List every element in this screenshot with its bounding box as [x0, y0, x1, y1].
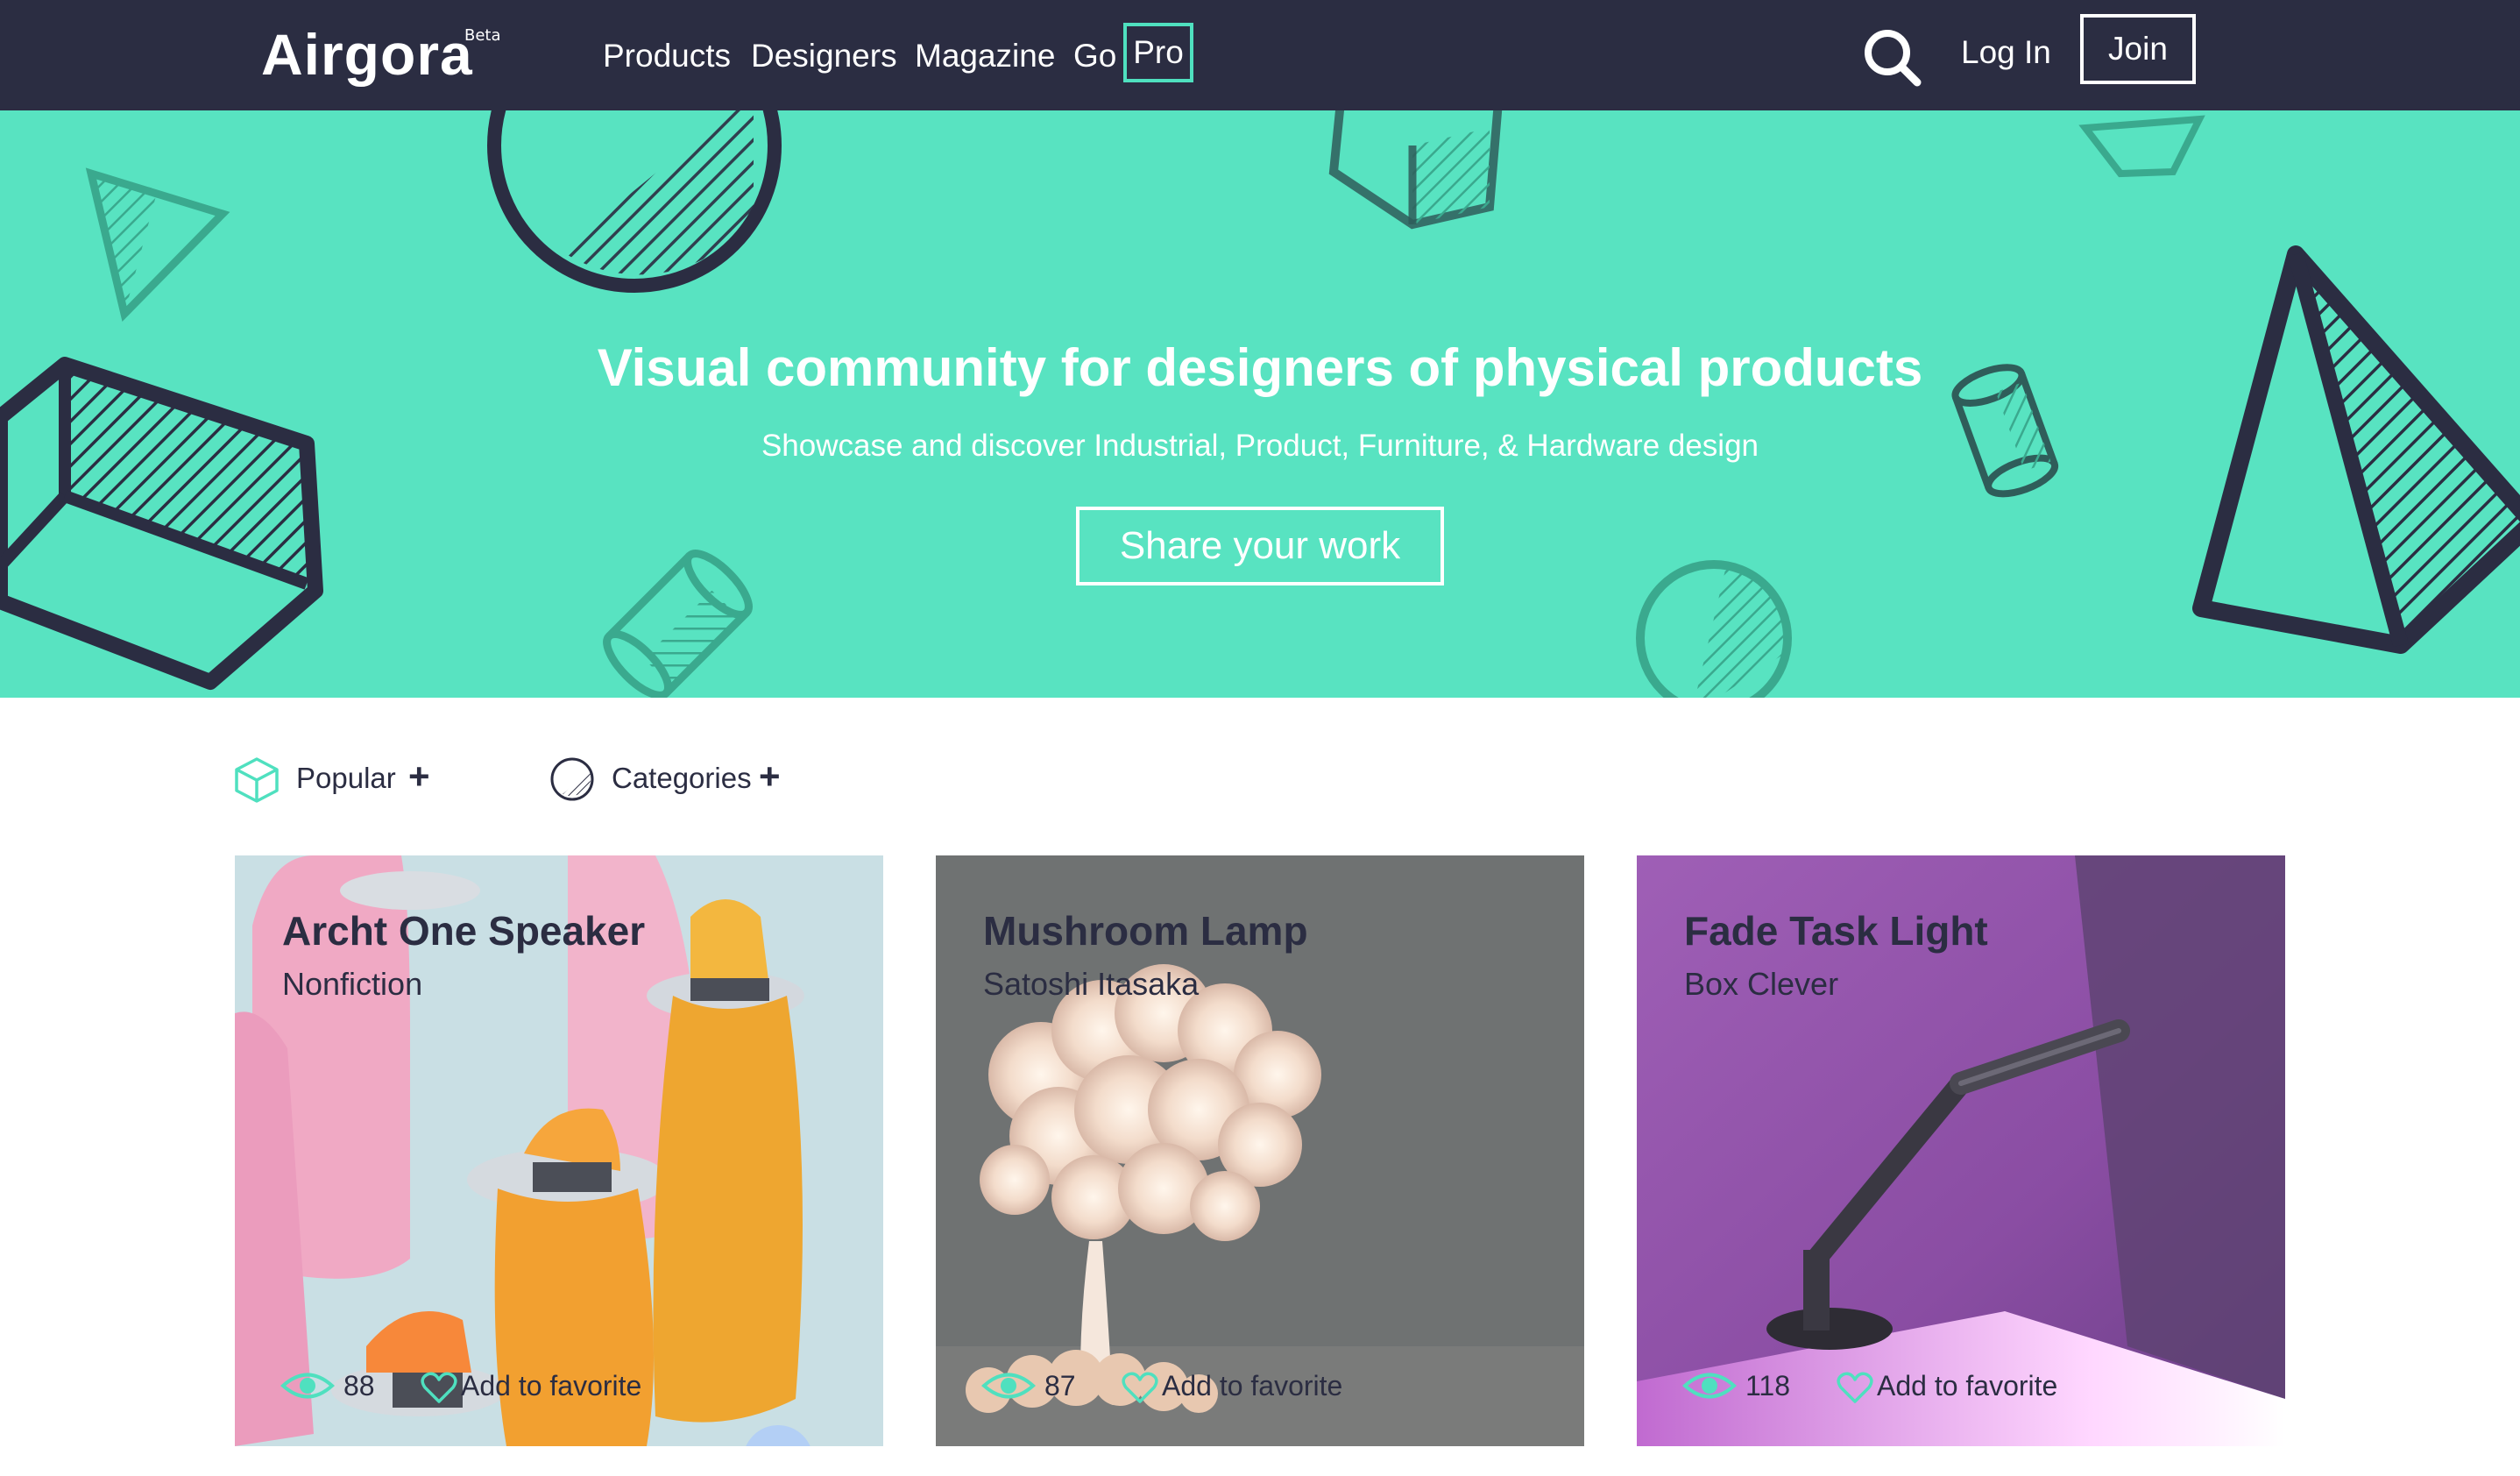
login-link[interactable]: Log In [1961, 26, 2051, 79]
airgora-logo[interactable]: Airgora [261, 19, 473, 89]
product-card[interactable]: Fade Task Light Box Clever 118 Add to fa… [1637, 855, 2285, 1446]
eye-icon [981, 1373, 1036, 1399]
nav-magazine[interactable]: Magazine [915, 30, 1055, 82]
beta-badge: Beta [464, 26, 501, 45]
search-icon[interactable] [1861, 26, 1922, 88]
categories-expand-icon[interactable]: + [759, 750, 781, 803]
categories-filter[interactable]: Categories + [549, 752, 794, 805]
product-card[interactable]: Archt One Speaker Nonfiction 88 Add to f… [235, 855, 883, 1446]
add-to-favorite-link[interactable]: Add to favorite [1162, 1362, 1342, 1409]
view-count: 87 [1044, 1370, 1076, 1401]
nav-pro-button[interactable]: Pro [1123, 23, 1193, 82]
categories-label: Categories [612, 762, 752, 794]
heart-icon[interactable] [1122, 1371, 1158, 1404]
popular-filter[interactable]: Popular + [233, 752, 443, 805]
hero-banner: Visual community for designers of physic… [0, 110, 2520, 698]
card-author[interactable]: Box Clever [1684, 962, 1838, 1006]
join-button[interactable]: Join [2080, 14, 2196, 84]
category-circle-icon [550, 757, 594, 801]
add-to-favorite-link[interactable]: Add to favorite [1877, 1362, 2057, 1409]
hero-geometric-shapes-illustration [0, 110, 2520, 698]
view-count: 118 [1745, 1370, 1791, 1401]
view-count: 88 [343, 1370, 375, 1401]
eye-icon [1682, 1373, 1737, 1399]
popular-expand-icon[interactable]: + [408, 750, 430, 803]
nav-products[interactable]: Products [603, 30, 731, 82]
card-author[interactable]: Nonfiction [282, 962, 422, 1006]
top-navigation-bar: Airgora Beta Products Designers Magazine… [0, 0, 2520, 110]
nav-designers[interactable]: Designers [751, 30, 897, 82]
card-title[interactable]: Fade Task Light [1684, 905, 1988, 957]
product-card[interactable]: Mushroom Lamp Satoshi Itasaka 87 Add to … [936, 855, 1584, 1446]
card-title[interactable]: Archt One Speaker [282, 905, 645, 957]
nav-go[interactable]: Go [1073, 30, 1116, 82]
add-to-favorite-link[interactable]: Add to favorite [461, 1362, 641, 1409]
card-author[interactable]: Satoshi Itasaka [983, 962, 1199, 1006]
hero-title: Visual community for designers of physic… [597, 338, 1923, 397]
heart-icon[interactable] [421, 1371, 457, 1404]
heart-icon[interactable] [1837, 1371, 1873, 1404]
popular-label: Popular [296, 762, 396, 794]
cube-icon [235, 757, 279, 803]
card-title[interactable]: Mushroom Lamp [983, 905, 1308, 957]
hero-subtitle: Showcase and discover Industrial, Produc… [761, 429, 1759, 463]
share-your-work-button[interactable]: Share your work [1076, 507, 1444, 585]
eye-icon [280, 1373, 335, 1399]
